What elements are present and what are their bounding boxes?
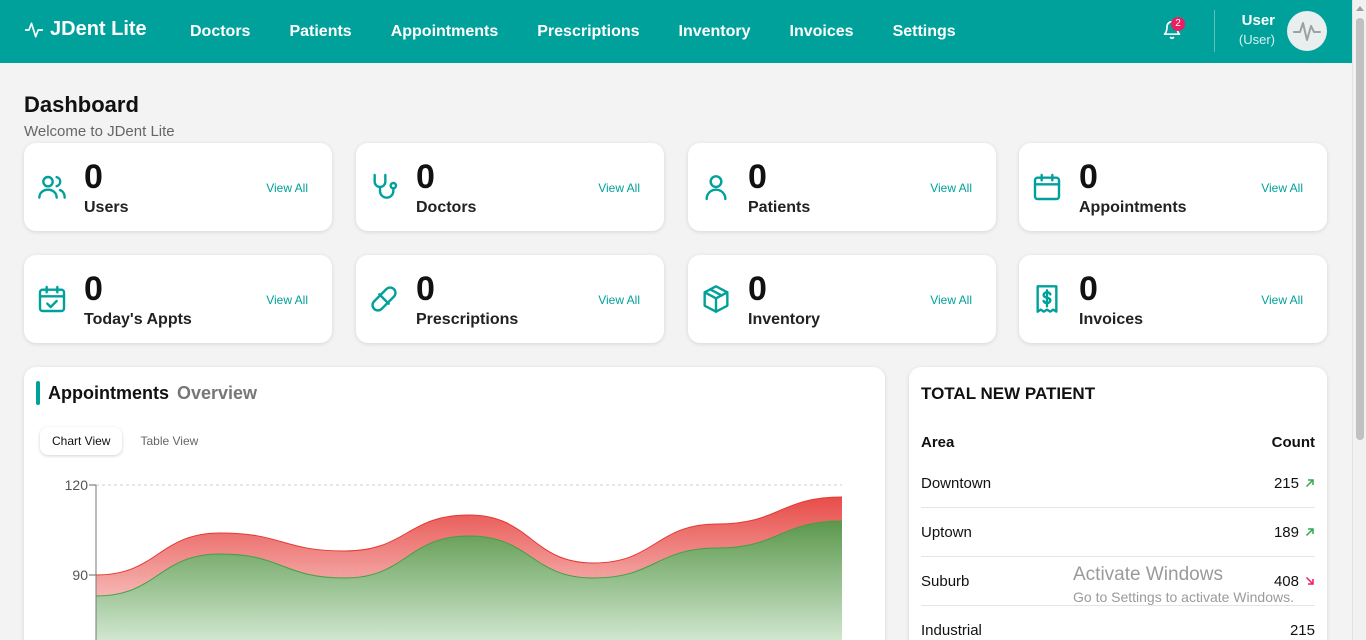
view-all-link[interactable]: View All xyxy=(266,293,308,307)
calendar-icon xyxy=(1031,171,1063,203)
divider xyxy=(1214,10,1215,52)
appointments-area-chart: 90 120 xyxy=(65,477,843,640)
pill-icon xyxy=(368,283,400,315)
trend-down-icon xyxy=(1305,576,1314,585)
stat-value: 0 xyxy=(84,158,103,196)
y-tick-label: 90 xyxy=(72,567,88,583)
appointments-overview-panel: Appointments Overview Chart View Table V… xyxy=(24,367,885,640)
stat-card-todays-appts: 0 Today's Appts View All xyxy=(24,255,332,343)
nav-settings[interactable]: Settings xyxy=(893,23,956,41)
stat-value: 0 xyxy=(416,158,435,196)
view-all-link[interactable]: View All xyxy=(1261,293,1303,307)
pulse-icon xyxy=(24,22,44,38)
stat-label: Users xyxy=(84,199,129,216)
main-nav: Doctors Patients Appointments Prescripti… xyxy=(190,0,995,63)
pulse-avatar-icon xyxy=(1293,22,1321,41)
stat-card-prescriptions: 0 Prescriptions View All xyxy=(356,255,664,343)
nav-prescriptions[interactable]: Prescriptions xyxy=(537,23,639,41)
stat-value: 0 xyxy=(84,270,103,308)
top-navbar: JDent Lite Doctors Patients Appointments… xyxy=(0,0,1352,63)
stat-card-invoices: 0 Invoices View All xyxy=(1019,255,1327,343)
stat-label: Today's Appts xyxy=(84,311,192,328)
user-icon xyxy=(700,171,732,203)
app-brand[interactable]: JDent Lite xyxy=(24,18,147,41)
stat-card-doctors: 0 Doctors View All xyxy=(356,143,664,231)
stat-label: Inventory xyxy=(748,311,821,328)
row-count: 215 xyxy=(1289,622,1315,639)
stat-card-users: 0 Users View All xyxy=(24,143,332,231)
view-all-link[interactable]: View All xyxy=(1261,181,1303,195)
app-title: JDent Lite xyxy=(50,18,147,40)
scroll-thumb[interactable] xyxy=(1356,18,1364,440)
nav-patients[interactable]: Patients xyxy=(289,23,351,41)
calendar-check-icon xyxy=(36,283,68,315)
stat-label: Patients xyxy=(748,199,811,216)
table-row: Downtown 215 xyxy=(921,459,1315,508)
stat-value: 0 xyxy=(1079,158,1098,196)
nav-appointments[interactable]: Appointments xyxy=(391,23,499,41)
scroll-up-arrow[interactable] xyxy=(1356,6,1364,11)
nav-invoices[interactable]: Invoices xyxy=(790,23,854,41)
vertical-scrollbar[interactable] xyxy=(1352,0,1366,640)
stat-value: 0 xyxy=(416,270,435,308)
user-menu[interactable]: User (User) xyxy=(1239,12,1275,47)
stat-label: Invoices xyxy=(1079,311,1144,328)
page-subtitle: Welcome to JDent Lite xyxy=(24,123,175,140)
table-row: Industrial 215 xyxy=(921,606,1315,640)
column-area: Area xyxy=(921,434,955,451)
stethoscope-icon xyxy=(368,171,400,203)
stat-label: Prescriptions xyxy=(416,311,519,328)
nav-doctors[interactable]: Doctors xyxy=(190,23,250,41)
avatar[interactable] xyxy=(1287,11,1327,51)
row-count: 215 xyxy=(1273,474,1299,492)
new-patients-header: Area Count xyxy=(921,434,1315,451)
stat-label: Appointments xyxy=(1079,199,1187,216)
stat-value: 0 xyxy=(748,270,767,308)
notification-badge: 2 xyxy=(1171,17,1185,31)
y-tick-label: 120 xyxy=(65,477,89,493)
notifications-button[interactable]: 2 xyxy=(1162,17,1185,42)
view-all-link[interactable]: View All xyxy=(598,181,640,195)
trend-up-icon xyxy=(1305,479,1314,488)
view-all-link[interactable]: View All xyxy=(266,181,308,195)
new-patients-title: TOTAL NEW PATIENT xyxy=(921,384,1096,403)
view-all-link[interactable]: View All xyxy=(930,181,972,195)
box-icon xyxy=(700,283,732,315)
invoice-icon xyxy=(1031,283,1063,315)
row-count: 189 xyxy=(1273,523,1299,541)
watermark-line-2: Go to Settings to activate Windows. xyxy=(1073,589,1294,605)
view-all-link[interactable]: View All xyxy=(930,293,972,307)
table-row: Uptown 189 xyxy=(921,508,1315,557)
stat-value: 0 xyxy=(1079,270,1098,308)
stat-card-patients: 0 Patients View All xyxy=(688,143,996,231)
user-name: User xyxy=(1241,12,1275,29)
users-icon xyxy=(36,171,68,203)
trend-up-icon xyxy=(1305,528,1314,537)
activate-windows-watermark: Activate Windows Go to Settings to activ… xyxy=(1073,564,1294,605)
row-area: Suburb xyxy=(921,572,970,590)
user-role: (User) xyxy=(1238,32,1275,47)
stat-label: Doctors xyxy=(416,199,477,216)
stat-card-appointments: 0 Appointments View All xyxy=(1019,143,1327,231)
row-area: Uptown xyxy=(921,523,972,541)
watermark-line-1: Activate Windows xyxy=(1073,564,1223,585)
row-area: Downtown xyxy=(921,474,992,492)
stat-value: 0 xyxy=(748,158,767,196)
stat-card-inventory: 0 Inventory View All xyxy=(688,255,996,343)
row-area: Industrial xyxy=(921,622,982,639)
nav-inventory[interactable]: Inventory xyxy=(679,23,751,41)
view-all-link[interactable]: View All xyxy=(598,293,640,307)
page-title: Dashboard xyxy=(24,92,139,117)
column-count: Count xyxy=(1271,434,1315,451)
